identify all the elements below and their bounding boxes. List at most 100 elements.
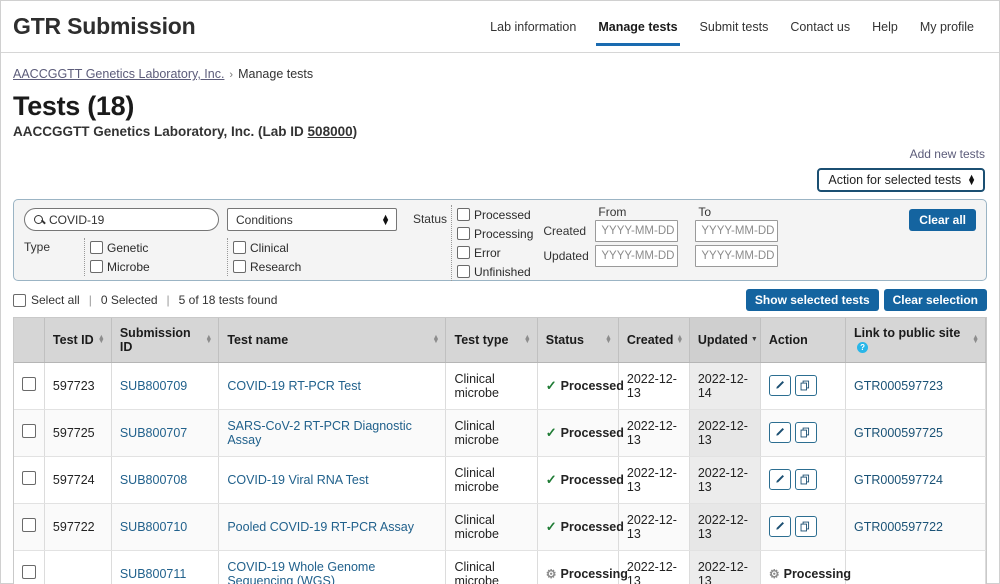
type-checkbox-microbe[interactable]: Microbe xyxy=(90,257,150,276)
row-checkbox-cell[interactable] xyxy=(14,456,45,504)
check-icon: ✓ xyxy=(545,424,557,440)
column-header-status[interactable]: Status ▲ ▼ xyxy=(537,318,619,363)
cell-action xyxy=(760,503,847,551)
table-row[interactable]: SUB800711 COVID-19 Whole Genome Sequenci… xyxy=(14,550,986,584)
edit-pencil-icon-button[interactable] xyxy=(768,469,791,490)
column-header-test-id[interactable]: Test ID ▲ ▼ xyxy=(44,318,112,363)
nav-item-my-profile[interactable]: My profile xyxy=(909,1,985,53)
public-site-link[interactable]: GTR000597723 xyxy=(854,379,943,393)
status-checkbox-error[interactable]: Error xyxy=(457,243,533,262)
public-site-link[interactable]: GTR000597722 xyxy=(854,520,943,534)
row-checkbox[interactable] xyxy=(21,518,36,532)
sort-arrows-icon[interactable]: ▲ ▼ xyxy=(676,334,683,345)
table-row[interactable]: 597722 SUB800710 Pooled COVID-19 RT-PCR … xyxy=(14,503,986,551)
edit-pencil-icon-button[interactable] xyxy=(768,516,791,537)
help-circle-icon[interactable]: ? xyxy=(857,341,869,353)
row-checkbox-cell[interactable] xyxy=(14,550,45,584)
add-new-tests-link[interactable]: Add new tests xyxy=(910,147,985,161)
sort-arrows-icon[interactable]: ▲ ▼ xyxy=(972,334,979,345)
type-checkbox-clinical[interactable]: Clinical xyxy=(233,238,301,257)
cell-link-to-public-site: GTR000597725 xyxy=(845,409,986,457)
selected-count-label: 0 Selected xyxy=(100,293,158,307)
sort-arrows-icon[interactable]: ▲ ▼ xyxy=(433,334,440,345)
search-input[interactable]: COVID-19 xyxy=(24,208,219,231)
row-checkbox[interactable] xyxy=(21,377,36,391)
table-row[interactable]: 597724 SUB800708 COVID-19 Viral RNA Test… xyxy=(14,456,986,504)
nav-item-contact-us[interactable]: Contact us xyxy=(779,1,861,53)
column-header-updated[interactable]: Updated ▼ xyxy=(689,318,761,363)
nav-item-manage-tests[interactable]: Manage tests xyxy=(587,1,688,53)
checkbox-icon xyxy=(457,208,470,221)
test-name-link[interactable]: COVID-19 Viral RNA Test xyxy=(227,473,368,487)
main-navigation: Lab information Manage tests Submit test… xyxy=(479,1,985,53)
updated-from-input[interactable]: YYYY-MM-DD xyxy=(595,245,679,267)
type-checkbox-research[interactable]: Research xyxy=(233,257,301,276)
created-from-input[interactable]: YYYY-MM-DD xyxy=(595,220,679,242)
submission-id-link[interactable]: SUB800709 xyxy=(120,379,187,393)
copy-icon-button[interactable] xyxy=(794,375,817,396)
row-checkbox[interactable] xyxy=(21,565,36,579)
type-checkbox-genetic[interactable]: Genetic xyxy=(90,238,150,257)
checkbox-icon xyxy=(457,265,470,278)
nav-item-submit-tests[interactable]: Submit tests xyxy=(689,1,780,53)
test-name-link[interactable]: COVID-19 RT-PCR Test xyxy=(227,379,361,393)
tests-found-label: 5 of 18 tests found xyxy=(178,293,278,307)
row-checkbox-cell[interactable] xyxy=(14,409,45,457)
action-select-row: Action for selected tests ▲ ▼ xyxy=(1,163,999,192)
submission-id-link[interactable]: SUB800710 xyxy=(120,520,187,534)
breadcrumb-lab-link[interactable]: AACCGGTT Genetics Laboratory, Inc. xyxy=(13,67,224,81)
select-all-checkbox[interactable] xyxy=(13,293,26,307)
test-name-link[interactable]: COVID-19 Whole Genome Sequencing (WGS) xyxy=(227,560,375,584)
sort-arrows-icon[interactable]: ▲ ▼ xyxy=(524,334,531,345)
select-all-label[interactable]: Select all xyxy=(31,293,80,307)
test-name-link[interactable]: Pooled COVID-19 RT-PCR Assay xyxy=(227,520,414,534)
app-brand-title: GTR Submission xyxy=(13,13,196,39)
sort-arrows-icon[interactable]: ▲ ▼ xyxy=(605,334,612,345)
column-header-test-name[interactable]: Test name ▲ ▼ xyxy=(218,318,447,363)
created-date-label: Created xyxy=(543,224,587,238)
nav-item-help[interactable]: Help xyxy=(861,1,909,53)
edit-pencil-icon-button[interactable] xyxy=(768,422,791,443)
column-label: Status xyxy=(545,332,584,347)
conditions-select[interactable]: Conditions ▲ ▼ xyxy=(227,208,397,231)
submission-id-link[interactable]: SUB800711 xyxy=(120,567,187,581)
action-for-selected-tests-select[interactable]: Action for selected tests ▲ ▼ xyxy=(817,168,985,192)
edit-pencil-icon-button[interactable] xyxy=(768,375,791,396)
checkbox-icon xyxy=(233,260,246,273)
column-label: Test ID xyxy=(52,332,94,347)
submission-id-link[interactable]: SUB800708 xyxy=(120,473,187,487)
cell-test-type: Clinical microbe xyxy=(445,456,538,504)
column-header-link-to-public-site[interactable]: Link to public site? ▲ ▼ xyxy=(845,318,986,363)
sort-arrows-icon[interactable]: ▲ ▼ xyxy=(98,334,105,345)
row-checkbox-cell[interactable] xyxy=(14,362,45,410)
submission-id-link[interactable]: SUB800707 xyxy=(120,426,187,440)
public-site-link[interactable]: GTR000597725 xyxy=(854,426,943,440)
column-header-created[interactable]: Created ▲ ▼ xyxy=(618,318,690,363)
sort-arrows-icon[interactable]: ▲ ▼ xyxy=(205,334,212,345)
clear-all-button[interactable]: Clear all xyxy=(909,209,976,231)
gear-icon: ⚙ xyxy=(545,566,557,581)
row-checkbox[interactable] xyxy=(21,424,36,438)
show-selected-tests-button[interactable]: Show selected tests xyxy=(745,289,879,311)
table-row[interactable]: 597723 SUB800709 COVID-19 RT-PCR Test Cl… xyxy=(14,362,986,410)
status-checkbox-unfinished[interactable]: Unfinished xyxy=(457,262,533,281)
created-to-input[interactable]: YYYY-MM-DD xyxy=(695,220,779,242)
test-name-link[interactable]: SARS-CoV-2 RT-PCR Diagnostic Assay xyxy=(227,419,412,447)
public-site-link[interactable]: GTR000597724 xyxy=(854,473,943,487)
tests-table-container: Test ID ▲ ▼ Submission ID ▲ ▼ Test name ▲ ▼ Te… xyxy=(13,317,987,584)
table-row[interactable]: 597725 SUB800707 SARS-CoV-2 RT-PCR Diagn… xyxy=(14,409,986,457)
status-checkbox-processed[interactable]: Processed xyxy=(457,205,533,224)
copy-icon-button[interactable] xyxy=(794,469,817,490)
status-checkbox-processing[interactable]: Processing xyxy=(457,224,533,243)
column-header-test-type[interactable]: Test type ▲ ▼ xyxy=(445,318,538,363)
row-checkbox-cell[interactable] xyxy=(14,503,45,551)
column-header-submission-id[interactable]: Submission ID ▲ ▼ xyxy=(111,318,220,363)
clear-selection-button[interactable]: Clear selection xyxy=(883,289,987,311)
updated-to-input[interactable]: YYYY-MM-DD xyxy=(695,245,779,267)
nav-item-lab-information[interactable]: Lab information xyxy=(479,1,587,53)
copy-icon-button[interactable] xyxy=(794,516,817,537)
copy-icon-button[interactable] xyxy=(794,422,817,443)
row-checkbox[interactable] xyxy=(21,471,36,485)
sort-arrows-icon[interactable]: ▼ xyxy=(751,336,758,343)
cell-link-to-public-site: GTR000597724 xyxy=(845,456,986,504)
